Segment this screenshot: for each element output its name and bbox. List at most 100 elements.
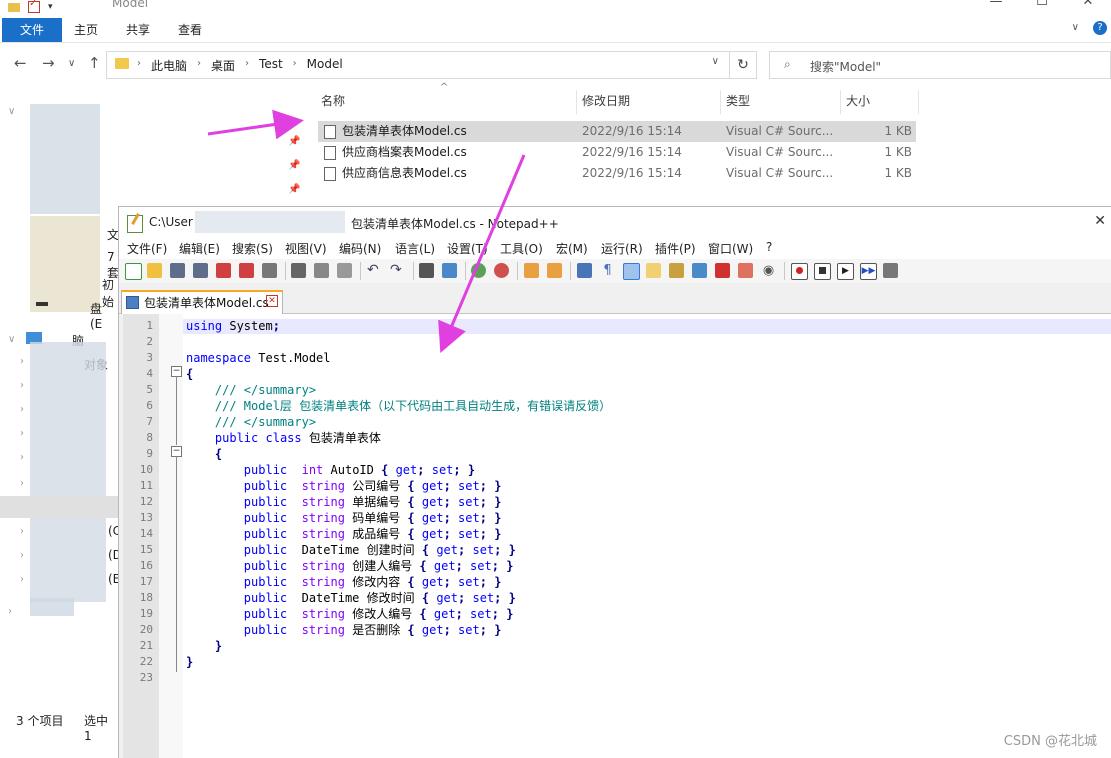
chevron-down-icon[interactable]: ∨: [712, 56, 719, 67]
save-icon[interactable]: [170, 263, 185, 278]
chevron-right-icon[interactable]: ›: [245, 58, 249, 74]
code-editor[interactable]: − − 1 using System; 2 3 namespace Test.Model…: [123, 314, 1111, 758]
breadcrumb-item[interactable]: Model: [307, 57, 343, 74]
refresh-button[interactable]: ↻: [729, 51, 757, 79]
document-map-icon[interactable]: [669, 263, 684, 278]
sync-horizontal-icon[interactable]: [547, 263, 562, 278]
menu-run[interactable]: 运行(R): [601, 240, 643, 257]
breadcrumb-item[interactable]: 桌面: [211, 57, 235, 74]
close-button[interactable]: ✕: [1065, 0, 1111, 9]
menu-help[interactable]: ?: [766, 240, 772, 254]
stop-macro-icon[interactable]: [814, 263, 831, 280]
address-bar[interactable]: › 此电脑 › 桌面 › Test › Model ∨: [106, 51, 730, 79]
menu-settings[interactable]: 设置(T): [447, 240, 488, 257]
show-all-chars-icon[interactable]: ¶: [600, 263, 615, 278]
file-row[interactable]: 包装清单表体Model.cs 2022/9/16 15:14 Visual C#…: [318, 121, 916, 142]
back-icon[interactable]: ←: [14, 54, 27, 72]
indent-guide-icon[interactable]: [623, 263, 640, 280]
column-header-size[interactable]: 大小: [846, 88, 870, 114]
chevron-right-icon[interactable]: ›: [20, 428, 24, 439]
pin-icon[interactable]: 📌: [288, 160, 300, 171]
search-input[interactable]: ⌕ 搜索"Model": [769, 51, 1111, 79]
chevron-right-icon[interactable]: ›: [293, 58, 297, 74]
recent-dropdown-icon[interactable]: ∨: [68, 58, 75, 69]
chevron-right-icon[interactable]: ›: [8, 606, 12, 617]
minimize-button[interactable]: —: [973, 0, 1019, 9]
help-icon[interactable]: ?: [1093, 21, 1107, 35]
function-list-icon[interactable]: [692, 263, 707, 278]
close-icon[interactable]: ✕: [1094, 213, 1106, 229]
print-icon[interactable]: [262, 263, 277, 278]
pin-icon[interactable]: 📌: [288, 136, 300, 147]
file-row[interactable]: 供应商信息表Model.cs 2022/9/16 15:14 Visual C#…: [318, 163, 916, 184]
menu-file[interactable]: 文件(F): [127, 240, 167, 257]
chevron-right-icon[interactable]: ›: [137, 58, 141, 74]
undo-icon[interactable]: ↶: [367, 263, 382, 278]
maximize-button[interactable]: ☐: [1019, 0, 1065, 9]
word-wrap-icon[interactable]: [577, 263, 592, 278]
column-header-date[interactable]: 修改日期: [582, 88, 630, 114]
close-all-icon[interactable]: [239, 263, 254, 278]
close-file-icon[interactable]: [216, 263, 231, 278]
menu-view[interactable]: 视图(V): [285, 240, 327, 257]
column-header-name[interactable]: 名称: [321, 88, 345, 114]
properties-icon[interactable]: [28, 0, 40, 13]
cut-icon[interactable]: [291, 263, 306, 278]
customize-dropdown-icon[interactable]: ▾: [48, 2, 53, 12]
menu-window[interactable]: 窗口(W): [708, 240, 753, 257]
folder-workspace-icon[interactable]: [715, 263, 730, 278]
chevron-down-icon[interactable]: ∨: [8, 106, 15, 117]
chevron-right-icon[interactable]: ›: [20, 380, 24, 391]
menu-edit[interactable]: 编辑(E): [179, 240, 220, 257]
redo-icon[interactable]: ↷: [390, 263, 405, 278]
menu-search[interactable]: 搜索(S): [232, 240, 273, 257]
close-icon[interactable]: ✕: [266, 295, 278, 307]
record-macro-icon[interactable]: [791, 263, 808, 280]
find-icon[interactable]: [419, 263, 434, 278]
menu-encoding[interactable]: 编码(N): [339, 240, 381, 257]
new-file-icon[interactable]: [125, 263, 142, 280]
chevron-right-icon[interactable]: ›: [20, 574, 24, 585]
column-divider[interactable]: [720, 90, 721, 114]
play-macro-icon[interactable]: ▶: [837, 263, 854, 280]
replace-icon[interactable]: [442, 263, 457, 278]
column-divider[interactable]: [918, 90, 919, 114]
copy-icon[interactable]: [314, 263, 329, 278]
paste-icon[interactable]: [337, 263, 352, 278]
ribbon-expand-icon[interactable]: ∨: [1072, 22, 1079, 33]
menu-tools[interactable]: 工具(O): [500, 240, 543, 257]
zoom-out-icon[interactable]: [494, 263, 509, 278]
save-all-icon[interactable]: [193, 263, 208, 278]
menu-plugins[interactable]: 插件(P): [655, 240, 696, 257]
file-row[interactable]: 供应商档案表Model.cs 2022/9/16 15:14 Visual C#…: [318, 142, 916, 163]
column-header-type[interactable]: 类型: [726, 88, 750, 114]
pin-icon[interactable]: 📌: [288, 184, 300, 195]
menu-language[interactable]: 语言(L): [395, 240, 435, 257]
menu-macro[interactable]: 宏(M): [556, 240, 588, 257]
user-language-icon[interactable]: [646, 263, 661, 278]
zoom-in-icon[interactable]: [471, 263, 486, 278]
chevron-right-icon[interactable]: ›: [20, 404, 24, 415]
chevron-right-icon[interactable]: ›: [197, 58, 201, 74]
nav-selected-row[interactable]: [0, 496, 118, 518]
breadcrumb-item[interactable]: 此电脑: [151, 57, 187, 74]
open-file-icon[interactable]: [147, 263, 162, 278]
up-icon[interactable]: ↑: [88, 54, 101, 72]
tab-share[interactable]: 共享: [126, 18, 150, 42]
tab-active-file[interactable]: 包装清单表体Model.cs ✕: [121, 290, 283, 314]
chevron-right-icon[interactable]: ›: [20, 478, 24, 489]
tab-view[interactable]: 查看: [178, 18, 202, 42]
chevron-down-icon[interactable]: ∨: [8, 334, 15, 345]
tab-file[interactable]: 文件: [2, 18, 62, 42]
column-divider[interactable]: [576, 90, 577, 114]
folder-icon[interactable]: [738, 263, 753, 278]
save-macro-icon[interactable]: [883, 263, 898, 278]
run-macro-multiple-icon[interactable]: ▶▶: [860, 263, 877, 280]
chevron-right-icon[interactable]: ›: [20, 526, 24, 537]
chevron-right-icon[interactable]: ›: [20, 356, 24, 367]
breadcrumb-item[interactable]: Test: [259, 57, 283, 74]
column-divider[interactable]: [840, 90, 841, 114]
monitoring-icon[interactable]: ◉: [761, 263, 776, 278]
tab-home[interactable]: 主页: [74, 18, 98, 42]
chevron-right-icon[interactable]: ›: [20, 452, 24, 463]
